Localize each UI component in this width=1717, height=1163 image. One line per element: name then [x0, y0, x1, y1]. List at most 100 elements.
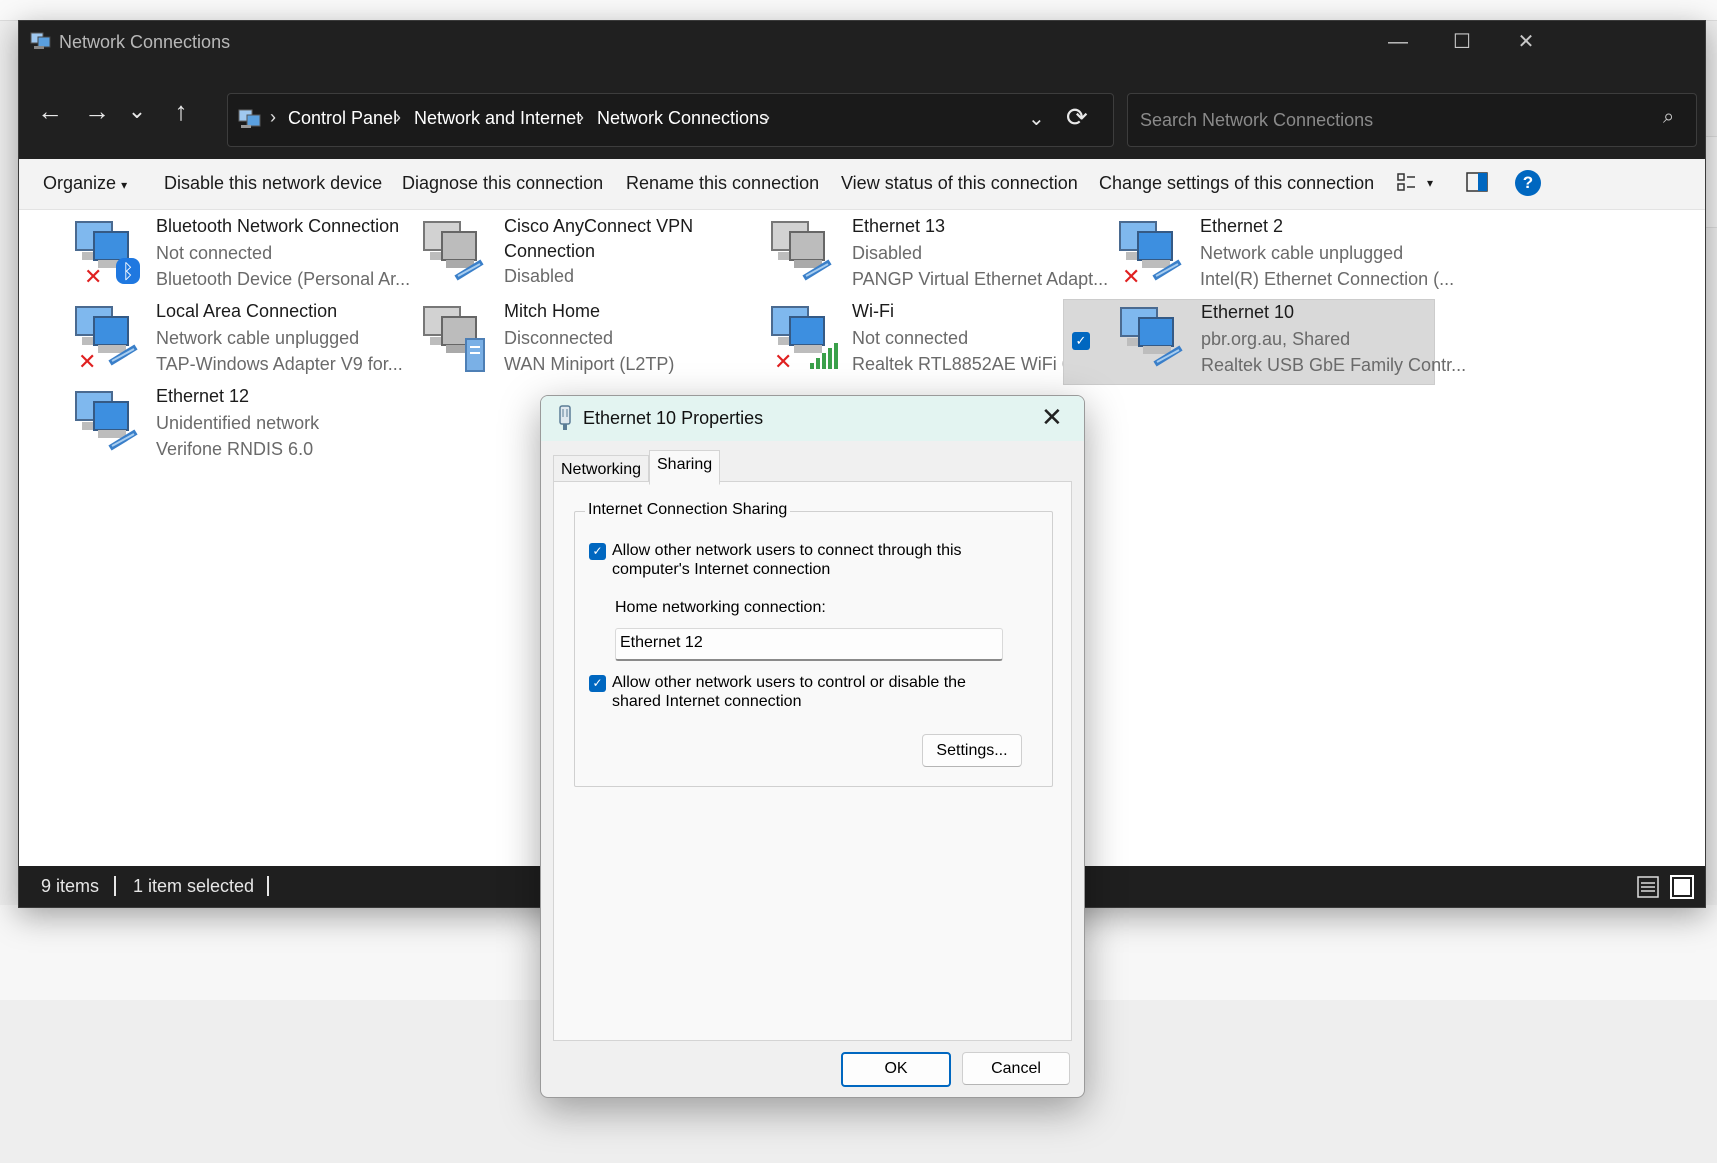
- ethernet-connected-icon: [75, 391, 138, 451]
- connection-name: Ethernet 10: [1201, 302, 1295, 322]
- svg-text:✕: ✕: [84, 265, 102, 288]
- rename-button[interactable]: Rename this connection: [626, 173, 819, 194]
- organize-button[interactable]: Organize ▾: [43, 173, 127, 194]
- list-item[interactable]: Ethernet 13 Disabled PANGP Virtual Ether…: [715, 214, 1108, 298]
- allow-control-label[interactable]: Allow other network users to control or …: [612, 673, 992, 711]
- breadcrumb-control-panel[interactable]: Control Panel: [288, 108, 397, 129]
- forward-arrow-icon: →: [84, 96, 110, 126]
- allow-connect-label-line2: computer's Internet connection: [612, 561, 831, 578]
- list-item[interactable]: Mitch Home Disconnected WAN Miniport (L2…: [367, 299, 737, 383]
- connection-status: Not connected: [156, 243, 273, 263]
- connection-status: Not connected: [852, 328, 969, 348]
- recent-locations-button[interactable]: ⌄: [119, 93, 155, 129]
- view-options-icon[interactable]: [1397, 171, 1417, 193]
- back-button[interactable]: ←: [32, 93, 68, 129]
- refresh-icon[interactable]: ⟳: [1066, 102, 1088, 133]
- address-dropdown-icon[interactable]: ⌄: [1028, 106, 1045, 131]
- view-options-caret-icon[interactable]: ▾: [1427, 176, 1433, 190]
- dialog-close-icon[interactable]: ✕: [1041, 402, 1063, 433]
- allow-control-checkbox[interactable]: ✓: [589, 675, 606, 692]
- home-networking-value: Ethernet 12: [620, 634, 703, 651]
- bluetooth-network-icon: ᛒ ✕: [75, 221, 140, 288]
- minimize-button[interactable]: —: [1363, 21, 1433, 63]
- connection-device: Intel(R) Ethernet Connection (...: [1200, 269, 1455, 289]
- list-item[interactable]: Cisco AnyConnect VPN Connection Disabled: [367, 214, 737, 298]
- maximize-icon: ☐: [1453, 31, 1471, 53]
- selection-count: 1 item selected: [133, 876, 255, 896]
- list-item[interactable]: ✕ Ethernet 2 Network cable unplugged Int…: [1063, 214, 1454, 298]
- view-status-button[interactable]: View status of this connection: [841, 173, 1078, 194]
- status-divider: [114, 876, 116, 896]
- network-adapter-icon: [559, 405, 571, 430]
- home-networking-select[interactable]: Ethernet 12: [615, 628, 1003, 661]
- breadcrumb-network-connections[interactable]: Network Connections: [597, 108, 768, 129]
- check-icon: ✓: [592, 544, 603, 558]
- control-panel-icon: [238, 109, 261, 128]
- allow-connect-label-line1: Allow other network users to connect thr…: [612, 542, 962, 559]
- connection-status: Unidentified network: [156, 413, 320, 433]
- large-icons-view-icon[interactable]: [1670, 875, 1694, 899]
- dialog-title-bar: Ethernet 10 Properties ✕: [541, 396, 1084, 441]
- connection-device: WAN Miniport (L2TP): [504, 354, 675, 374]
- list-item-selected[interactable]: ✓ Ethernet 10 pbr.org.au, Shared Realtek…: [1063, 299, 1466, 385]
- selection-checkbox[interactable]: ✓: [1072, 332, 1090, 350]
- maximize-button[interactable]: ☐: [1427, 21, 1497, 63]
- allow-connect-checkbox[interactable]: ✓: [589, 543, 606, 560]
- list-item[interactable]: Ethernet 12 Unidentified network Verifon…: [19, 384, 389, 468]
- caret-down-icon: ▾: [121, 178, 128, 192]
- ok-button[interactable]: OK: [841, 1052, 951, 1087]
- breadcrumb-network-and-internet[interactable]: Network and Internet: [414, 108, 581, 129]
- sharing-tab-panel: Internet Connection Sharing ✓ Allow othe…: [553, 481, 1072, 1041]
- search-input[interactable]: [1138, 106, 1642, 134]
- internet-connection-sharing-group: Internet Connection Sharing ✓ Allow othe…: [574, 501, 1053, 787]
- address-bar-area: ← → ⌄ ↑ › Control Panel › Network and In…: [19, 63, 1705, 159]
- wifi-network-icon: ✕: [771, 306, 838, 373]
- ethernet-unplugged-icon: ✕: [75, 306, 138, 373]
- wan-miniport-icon: [423, 306, 485, 372]
- settings-button[interactable]: Settings...: [922, 734, 1022, 767]
- cancel-button[interactable]: Cancel: [962, 1052, 1070, 1085]
- breadcrumb[interactable]: › Control Panel › Network and Internet ›…: [227, 93, 1114, 147]
- help-icon[interactable]: ?: [1515, 170, 1541, 196]
- close-icon: ✕: [1517, 31, 1535, 53]
- search-box[interactable]: ⌕: [1127, 93, 1697, 147]
- ethernet-disabled-icon: [771, 221, 832, 281]
- connection-name: Wi-Fi: [852, 301, 894, 321]
- diagnose-button[interactable]: Diagnose this connection: [402, 173, 603, 194]
- connection-status: Network cable unplugged: [156, 328, 360, 348]
- allow-connect-label[interactable]: Allow other network users to connect thr…: [612, 541, 992, 579]
- connection-name-line2: Connection: [504, 241, 596, 261]
- connection-device: TAP-Windows Adapter V9 for...: [156, 354, 403, 374]
- list-item[interactable]: ✕ Wi-Fi Not connected Realtek RTL8852AE …: [715, 299, 1112, 383]
- minimize-icon: —: [1388, 31, 1408, 53]
- disable-device-button[interactable]: Disable this network device: [164, 173, 382, 194]
- ethernet-unplugged-icon: ✕: [1119, 221, 1182, 288]
- search-icon[interactable]: ⌕: [1663, 106, 1674, 129]
- status-divider: [267, 876, 269, 896]
- close-button[interactable]: ✕: [1491, 21, 1561, 63]
- check-icon: ✓: [592, 676, 603, 690]
- up-arrow-icon: ↑: [174, 96, 188, 126]
- forward-button[interactable]: →: [79, 93, 115, 129]
- connection-name: Cisco AnyConnect VPN: [504, 216, 694, 236]
- svg-text:✕: ✕: [1122, 265, 1140, 288]
- connection-name: Ethernet 12: [156, 386, 250, 406]
- list-item[interactable]: ᛒ ✕ Bluetooth Network Connection Not con…: [19, 214, 410, 298]
- allow-control-label-line1: Allow other network users to control or …: [612, 674, 966, 691]
- connection-status: pbr.org.au, Shared: [1201, 329, 1351, 349]
- preview-pane-icon[interactable]: [1466, 172, 1488, 192]
- list-item[interactable]: ✕ Local Area Connection Network cable un…: [19, 299, 403, 383]
- up-button[interactable]: ↑: [163, 93, 199, 129]
- window-title: Network Connections: [59, 32, 231, 52]
- title-bar: Network Connections — ☐ ✕: [19, 21, 1705, 63]
- details-view-icon[interactable]: [1637, 876, 1659, 898]
- allow-control-label-line2: shared Internet connection: [612, 693, 802, 710]
- change-settings-button[interactable]: Change settings of this connection: [1099, 173, 1374, 194]
- connection-status: Network cable unplugged: [1200, 243, 1404, 263]
- check-icon: ✓: [1075, 333, 1087, 348]
- connection-status: Disconnected: [504, 328, 614, 348]
- connection-name: Bluetooth Network Connection: [156, 216, 400, 236]
- tab-sharing[interactable]: Sharing: [649, 450, 721, 485]
- ethernet-connected-icon: [1120, 307, 1183, 367]
- home-networking-label: Home networking connection:: [615, 599, 826, 616]
